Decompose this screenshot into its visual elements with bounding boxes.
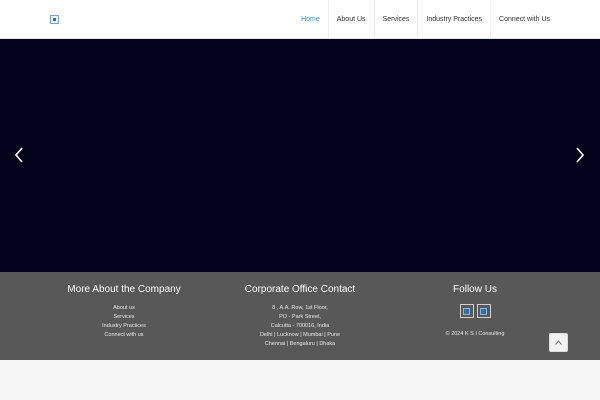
footer-link-industry-practices[interactable]: Industry Practices — [64, 322, 184, 331]
footer-link-services[interactable]: Services — [64, 313, 184, 322]
social-links — [415, 304, 535, 318]
nav-connect-with-us[interactable]: Connect with Us — [490, 0, 558, 39]
address-line: 8 , A.A. Row, 1st Floor, — [272, 305, 328, 311]
chevron-up-icon — [555, 340, 562, 345]
slider-next-button[interactable] — [574, 147, 586, 163]
page-bottom-area — [0, 360, 600, 400]
footer-link-about-us[interactable]: About us — [64, 304, 184, 313]
footer-follow-title: Follow Us — [453, 284, 497, 295]
nav-services[interactable]: Services — [373, 0, 418, 39]
branch-cities-line: Delhi | Lucknow | Mumbai | Pune — [259, 332, 341, 338]
nav-industry-practices[interactable]: Industry Practices — [417, 0, 490, 39]
scroll-to-top-button[interactable] — [549, 333, 568, 352]
nav-home[interactable]: Home — [293, 0, 328, 39]
footer-contact-title: Corporate Office Contact — [244, 284, 356, 295]
copyright-text: © 2024 K S I Consulting — [445, 331, 505, 337]
footer-company-column: More About the Company About us Services… — [64, 284, 184, 340]
chevron-left-icon — [14, 147, 23, 163]
main-nav: Home About Us Services Industry Practice… — [293, 0, 558, 39]
footer-company-title: More About the Company — [67, 284, 181, 295]
company-logo-icon[interactable] — [50, 15, 59, 24]
social-icon — [463, 307, 470, 315]
footer-contact-column: Corporate Office Contact 8 , A.A. Row, 1… — [230, 284, 370, 349]
address-line: Calcutta - 700016, India — [270, 323, 330, 329]
chevron-right-icon — [576, 147, 585, 163]
branch-cities-line: Chennai | Bengaluru | Dhaka — [264, 341, 336, 347]
hero-slider — [0, 39, 600, 272]
social-link-2[interactable] — [476, 304, 491, 318]
social-icon — [480, 307, 487, 315]
site-footer: More About the Company About us Services… — [0, 272, 600, 360]
address-line: PO - Park Street, — [279, 314, 321, 320]
footer-follow-column: Follow Us © 2024 K S I Consulting — [415, 284, 535, 337]
nav-about-us[interactable]: About Us — [327, 0, 374, 39]
social-link-1[interactable] — [459, 304, 474, 318]
site-header: Home About Us Services Industry Practice… — [0, 0, 600, 39]
footer-link-connect-with-us[interactable]: Connect with us — [64, 331, 184, 340]
slider-prev-button[interactable] — [13, 147, 25, 163]
